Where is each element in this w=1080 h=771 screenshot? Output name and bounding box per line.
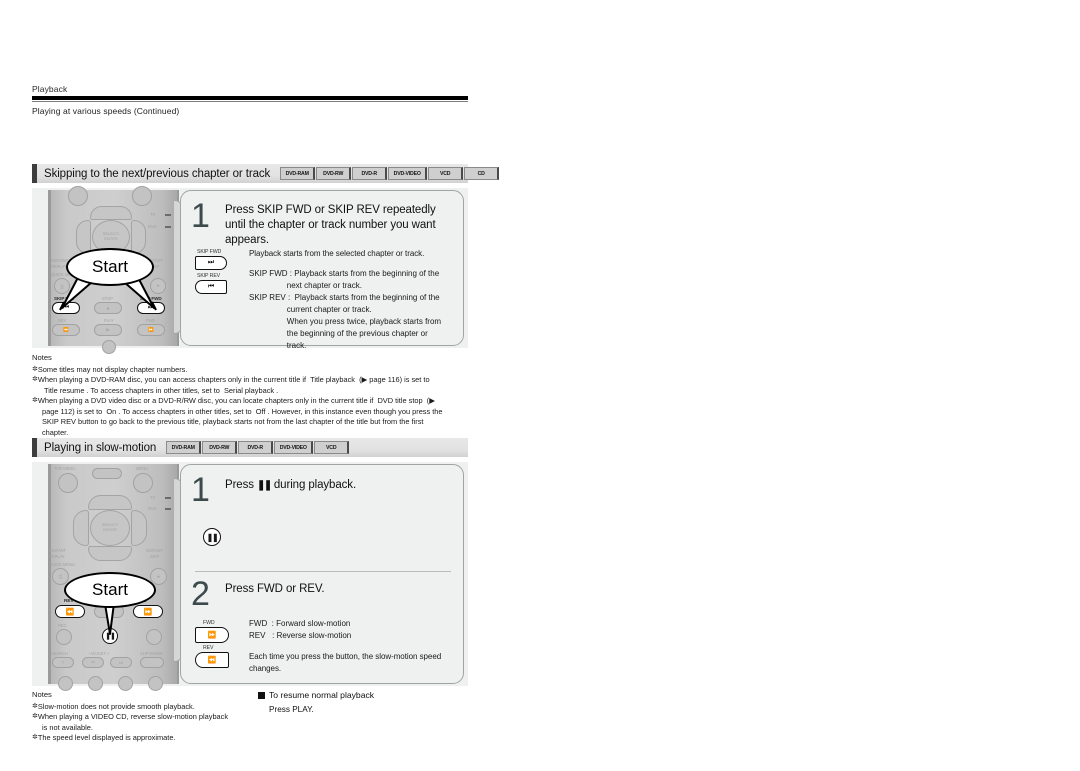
- resume-normal-playback: To resume normal playback Press PLAY.: [258, 690, 468, 714]
- badge-dvd-r: DVD-R: [238, 441, 274, 454]
- step-sm-2-detail-line-1: REV : Reverse slow-motion: [249, 631, 352, 640]
- step-1-detail-line-6: track.: [249, 341, 307, 350]
- step-1-detail-line-3: current chapter or track.: [249, 305, 372, 314]
- badge-dvd-rw: DVD-RW: [316, 167, 352, 180]
- callout-bubble-start-1: Start: [66, 248, 154, 286]
- step-title-sm-2: Press FWD or REV.: [225, 583, 325, 595]
- step-sm-2-detail-line-0: FWD : Forward slow-motion: [249, 619, 351, 628]
- callout-bubble-start-2: Start: [64, 572, 156, 608]
- pause-icon: ❚❚: [257, 480, 272, 491]
- instruction-panel-skipping: 1 Press SKIP FWD or SKIP REV repeatedly …: [180, 190, 464, 350]
- keycap-rev[interactable]: ⏪: [195, 652, 229, 668]
- header-rule-thick: [32, 96, 468, 100]
- badge-dvd-rw: DVD-RW: [202, 441, 238, 454]
- keycap-label-rev: REV: [203, 645, 214, 651]
- step-1-detail-line-4: When you press twice, playback starts fr…: [249, 317, 442, 326]
- instruction-panel-slow-motion: 1 Press ❚❚ during playback. ❚❚ 2 Press F…: [180, 464, 464, 684]
- rewind-icon: ⏪: [207, 657, 217, 664]
- badge-dvd-ram: DVD-RAM: [166, 441, 202, 454]
- notes-title-1: Notes: [32, 353, 52, 362]
- badge-dvd-video: DVD-VIDEO: [388, 167, 428, 180]
- keycap-pause[interactable]: ❚❚: [203, 528, 221, 546]
- section-title-skipping: Skipping to the next/previous chapter or…: [44, 167, 271, 180]
- step-number-1: 1: [191, 197, 210, 235]
- badge-dvd-ram: DVD-RAM: [280, 167, 316, 180]
- step-1-detail-line-5: the beginning of the previous chapter or: [249, 329, 428, 338]
- keycap-fwd[interactable]: ⏩: [195, 627, 229, 643]
- step-1-detail-line-0: SKIP FWD : Playback starts from the begi…: [249, 269, 440, 278]
- manual-page: Playback Playing at various speeds (Cont…: [0, 0, 1080, 771]
- remote-illustration-1: SELECT/ ENTER TV DVD INSTANT REPLAY QUIC…: [40, 186, 188, 354]
- callout-text-2: Start: [92, 580, 128, 599]
- keycap-label-skip-fwd: SKIP FWD: [197, 249, 222, 255]
- keycap-skip-rev[interactable]: ⏮: [195, 280, 227, 294]
- note-item-2-1: When playing a VIDEO CD, reverse slow-mo…: [37, 712, 229, 732]
- step-sm-1-title-prefix: Press: [225, 479, 254, 491]
- section-header-slow-motion: Playing in slow-motion DVD-RAM DVD-RW DV…: [32, 438, 468, 457]
- note-item-1-1: When playing a DVD-RAM disc, you can acc…: [37, 375, 430, 395]
- step-number-sm-2: 2: [191, 575, 210, 613]
- badge-cd: CD: [464, 167, 500, 180]
- square-bullet-icon: [258, 691, 265, 699]
- resume-text: Press PLAY.: [269, 705, 314, 714]
- step-number-sm-1: 1: [191, 471, 210, 509]
- disc-badges-slow-motion: DVD-RAM DVD-RW DVD-R DVD-VIDEO VCD: [166, 441, 350, 454]
- remote-illustration-2: TOP MENU NAVI MENU SELECT/ ENTER TV DVD …: [40, 464, 188, 691]
- running-head-label: Playback: [32, 84, 68, 94]
- step-sm-2-note-text: Each time you press the button, the slow…: [249, 652, 442, 673]
- keycap-label-fwd: FWD: [203, 620, 215, 626]
- section-title-slow-motion: Playing in slow-motion: [44, 441, 157, 454]
- step-1-detail-line-1: next chapter or track.: [249, 281, 362, 290]
- panel-divider: [195, 571, 451, 572]
- note-item-1-0: Some titles may not display chapter numb…: [37, 364, 188, 374]
- disc-badges-skipping: DVD-RAM DVD-RW DVD-R DVD-VIDEO VCD CD: [280, 167, 500, 180]
- keycap-skip-fwd[interactable]: ⏭: [195, 256, 227, 270]
- page-subtitle: Playing at various speeds (Continued): [32, 106, 180, 116]
- skip-backward-icon: ⏮: [207, 283, 215, 290]
- badge-vcd: VCD: [314, 441, 350, 454]
- figure-slow-motion: TOP MENU NAVI MENU SELECT/ ENTER TV DVD …: [32, 462, 468, 691]
- section-header-skipping: Skipping to the next/previous chapter or…: [32, 164, 500, 183]
- running-head: Playback Playing at various speeds (Cont…: [32, 84, 468, 116]
- figure-skipping: SELECT/ ENTER TV DVD INSTANT REPLAY QUIC…: [32, 186, 468, 354]
- note-item-2-2: The speed level displayed is approximate…: [37, 733, 176, 743]
- notes-slow-motion: Notes ✲ Slow-motion does not provide smoo…: [32, 690, 262, 744]
- note-item-2-0: Slow-motion does not provide smooth play…: [37, 701, 195, 711]
- badge-dvd-video: DVD-VIDEO: [274, 441, 314, 454]
- keycap-label-skip-rev: SKIP REV: [197, 273, 221, 279]
- badge-dvd-r: DVD-R: [352, 167, 388, 180]
- skip-forward-icon: ⏭: [207, 259, 215, 266]
- notes-title-2: Notes: [32, 690, 52, 699]
- note-item-1-2: When playing a DVD video disc or a DVD-R…: [37, 396, 443, 437]
- notes-skipping: Notes ✲ Some titles may not display chapt…: [32, 353, 472, 438]
- callout-text-1: Start: [92, 257, 128, 276]
- step-title-1: Press SKIP FWD or SKIP REV repeatedly un…: [225, 204, 436, 247]
- pause-icon: ❚❚: [206, 532, 219, 542]
- badge-vcd: VCD: [428, 167, 464, 180]
- step-1-lead-text: Playback starts from the selected chapte…: [249, 249, 425, 258]
- step-1-detail-line-2: SKIP REV : Playback starts from the begi…: [249, 293, 440, 302]
- fast-forward-icon: ⏩: [207, 632, 217, 639]
- resume-heading: To resume normal playback: [269, 690, 375, 700]
- step-sm-1-title-suffix: during playback.: [273, 479, 357, 491]
